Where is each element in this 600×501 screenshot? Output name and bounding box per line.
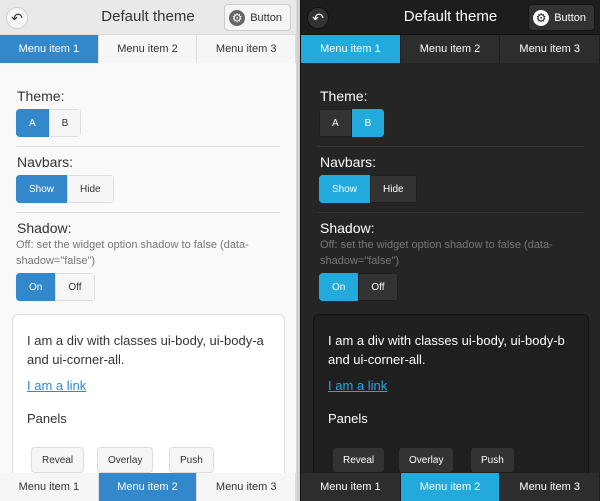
shadow-description: Off: set the widget option shadow to fal… [16,239,249,267]
light-theme-panel: ↶ Default theme ⚙ Button Menu item 1 Men… [0,0,297,501]
nav-item-menu-1[interactable]: Menu item 1 [0,473,99,501]
theme-toggle: A B [319,109,385,137]
reveal-button[interactable]: Reveal [332,447,386,473]
screen: ↶ Default theme ⚙ Button Menu item 1 Men… [0,0,600,501]
gear-icon: ⚙ [229,9,246,26]
theme-label: Theme: [320,88,368,104]
card-link[interactable]: I am a link [27,378,86,393]
shadow-toggle: On Off [16,273,95,301]
card-text: I am a div with classes ui-body, ui-body… [27,333,264,367]
shadow-off[interactable]: Off [55,273,95,301]
navbars-toggle: Show Hide [319,175,417,203]
header-button[interactable]: ⚙ Button [224,4,291,31]
push-button[interactable]: Push [169,447,214,473]
body-card: I am a div with classes ui-body, ui-body… [12,314,285,484]
nav-item-menu-2[interactable]: Menu item 2 [400,35,501,63]
theme-label: Theme: [17,88,65,104]
theme-option-a[interactable]: A [319,109,352,137]
navbar-bottom: Menu item 1 Menu item 2 Menu item 3 [301,473,600,501]
header: ↶ Default theme ⚙ Button [0,0,296,35]
theme-option-b[interactable]: B [351,109,385,137]
shadow-label: Shadow: [17,220,72,236]
panels-heading: Panels [27,411,67,426]
divider [16,212,280,213]
nav-item-menu-2[interactable]: Menu item 2 [98,35,198,63]
divider [317,146,584,147]
shadow-on[interactable]: On [319,273,359,301]
header: ↶ Default theme ⚙ Button [301,0,600,35]
navbar-top: Menu item 1 Menu item 2 Menu item 3 [0,35,296,63]
card-link[interactable]: I am a link [328,378,387,393]
dark-theme-panel: ↶ Default theme ⚙ Button Menu item 1 Men… [300,0,600,501]
shadow-toggle: On Off [319,273,398,301]
navbars-label: Navbars: [320,154,377,170]
theme-toggle: A B [16,109,82,137]
gear-icon: ⚙ [533,9,550,26]
nav-item-menu-3[interactable]: Menu item 3 [197,473,296,501]
navbars-hide[interactable]: Hide [370,175,417,203]
divider [16,146,280,147]
body-card: I am a div with classes ui-body, ui-body… [313,314,589,484]
reveal-button[interactable]: Reveal [31,447,85,473]
header-button-label: Button [554,11,586,24]
nav-item-menu-2[interactable]: Menu item 2 [400,473,501,501]
navbar-bottom: Menu item 1 Menu item 2 Menu item 3 [0,473,296,501]
nav-item-menu-2[interactable]: Menu item 2 [98,473,198,501]
header-button[interactable]: ⚙ Button [528,4,595,31]
nav-item-menu-3[interactable]: Menu item 3 [500,35,600,63]
nav-item-menu-1[interactable]: Menu item 1 [301,35,401,63]
nav-item-menu-1[interactable]: Menu item 1 [301,473,401,501]
navbar-top: Menu item 1 Menu item 2 Menu item 3 [301,35,600,63]
shadow-description: Off: set the widget option shadow to fal… [320,239,553,267]
navbars-hide[interactable]: Hide [67,175,114,203]
navbars-label: Navbars: [17,154,74,170]
navbars-show[interactable]: Show [16,175,68,203]
shadow-off[interactable]: Off [358,273,398,301]
navbars-toggle: Show Hide [16,175,114,203]
shadow-on[interactable]: On [16,273,56,301]
shadow-label: Shadow: [320,220,375,236]
nav-item-menu-3[interactable]: Menu item 3 [197,35,296,63]
nav-item-menu-1[interactable]: Menu item 1 [0,35,99,63]
header-button-label: Button [250,11,282,24]
overlay-button[interactable]: Overlay [398,447,455,473]
theme-option-a[interactable]: A [16,109,49,137]
navbars-show[interactable]: Show [319,175,371,203]
overlay-button[interactable]: Overlay [97,447,154,473]
push-button[interactable]: Push [470,447,515,473]
divider [317,212,584,213]
nav-item-menu-3[interactable]: Menu item 3 [500,473,600,501]
card-text: I am a div with classes ui-body, ui-body… [328,333,565,367]
theme-option-b[interactable]: B [48,109,82,137]
panels-heading: Panels [328,411,368,426]
